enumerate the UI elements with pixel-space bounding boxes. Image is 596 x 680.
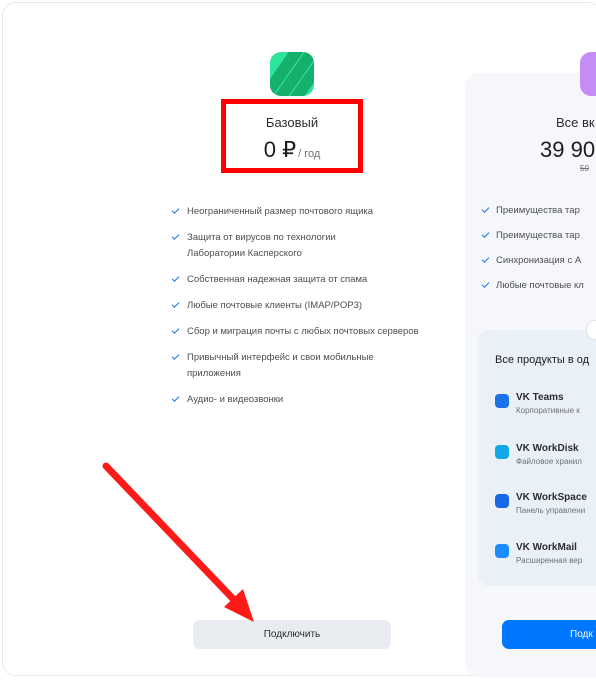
annotation-arrow-icon bbox=[102, 462, 254, 622]
